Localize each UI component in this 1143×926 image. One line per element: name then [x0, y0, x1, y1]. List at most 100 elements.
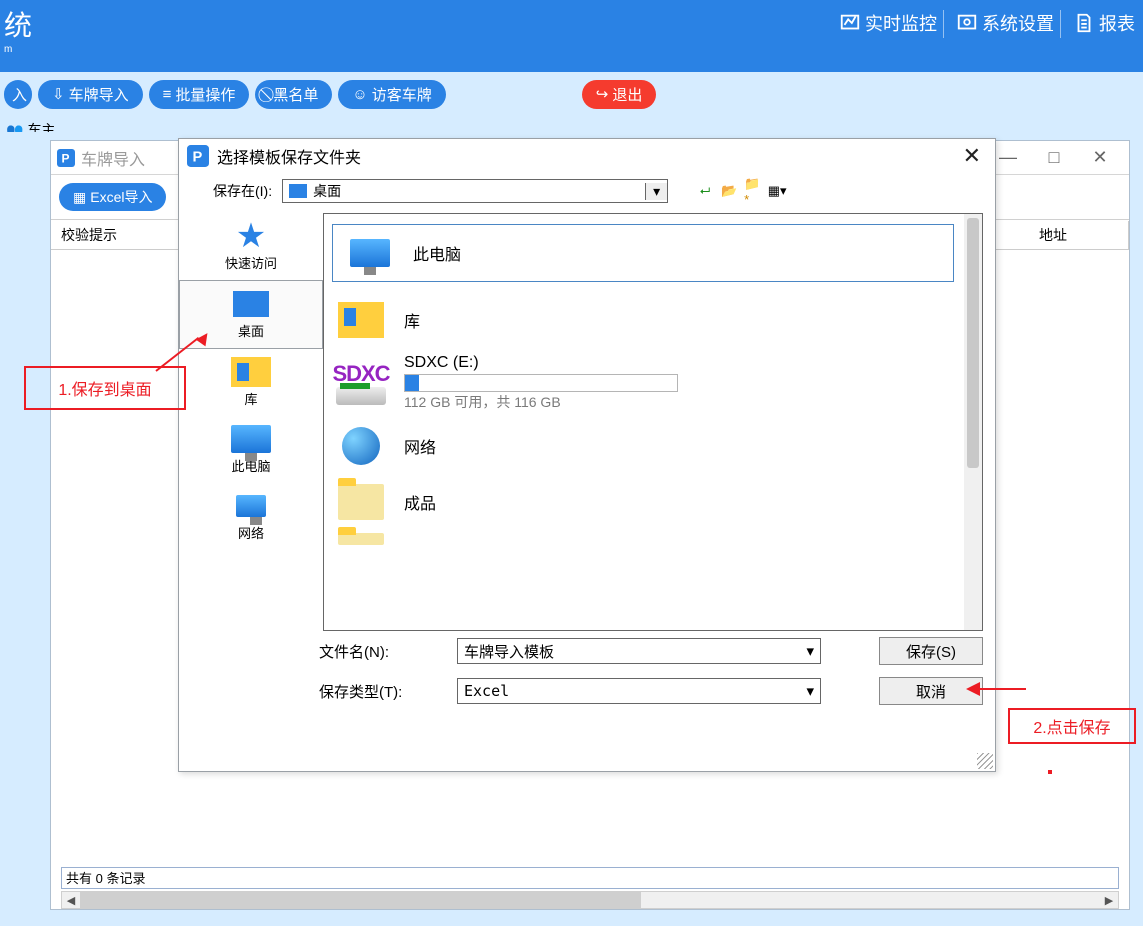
horizontal-scrollbar[interactable]: ◀ ▶: [61, 891, 1119, 909]
up-folder-icon[interactable]: 📂: [720, 183, 738, 199]
chart-icon: [839, 12, 861, 34]
item-truncated[interactable]: [324, 530, 982, 548]
item-sdxc-drive[interactable]: SDXC SDXC (E:) 112 GB 可用，共 116 GB: [324, 348, 982, 418]
nav-icon-group: ⮠ 📂 📁* ▦▾: [696, 183, 786, 199]
storage-subtext: 112 GB 可用，共 116 GB: [404, 392, 678, 412]
window-controls: — □ ✕: [985, 142, 1123, 174]
toolbar-pills: 入 ⇩ 车牌导入 ≡ 批量操作 ⃠ 黑名单 ☺ 访客车牌 ↪ 退出: [0, 72, 1143, 116]
title-text: 统: [4, 10, 32, 41]
scroll-right-arrow[interactable]: ▶: [1100, 894, 1118, 907]
item-libraries[interactable]: 库: [324, 292, 982, 348]
desktop-icon: [289, 184, 307, 198]
divider: [943, 10, 944, 38]
button-label: 保存(S): [906, 641, 956, 662]
place-quick-access[interactable]: ★ 快速访问: [179, 213, 323, 280]
person-icon: ☺: [352, 86, 367, 103]
item-this-pc[interactable]: 此电脑: [332, 224, 954, 282]
filetype-label: 保存类型(T):: [319, 681, 437, 702]
scroll-left-arrow[interactable]: ◀: [62, 894, 80, 907]
chevron-down-icon[interactable]: ▾: [806, 642, 814, 660]
close-button[interactable]: ✕: [1077, 142, 1123, 174]
place-label: 快速访问: [225, 253, 277, 272]
pill-label: 黑名单: [273, 84, 318, 105]
pill-unknown-first[interactable]: 入: [4, 80, 32, 109]
annotation-save-to-desktop: 1.保存到桌面: [24, 366, 186, 410]
menu-system-settings[interactable]: 系统设置: [956, 10, 1054, 36]
item-product-folder[interactable]: 成品: [324, 474, 982, 530]
col-check[interactable]: 校验提示: [51, 221, 181, 249]
library-folder-icon: [332, 298, 390, 342]
button-label: Excel导入: [90, 187, 152, 207]
save-in-value: 桌面: [313, 181, 645, 201]
dialog-title: 选择模板保存文件夹: [217, 144, 361, 168]
monitor-icon: [341, 231, 399, 275]
place-label: 桌面: [238, 321, 264, 340]
save-button[interactable]: 保存(S): [879, 637, 983, 665]
app-title-fragment: 统 m: [4, 4, 32, 55]
menu-realtime-monitor[interactable]: 实时监控: [839, 10, 937, 36]
pill-visitor[interactable]: ☺ 访客车牌: [338, 80, 445, 109]
item-label: 网络: [404, 434, 436, 458]
place-label: 库: [244, 389, 257, 408]
menu-label: 实时监控: [865, 10, 937, 36]
pill-plate-import[interactable]: ⇩ 车牌导入: [38, 80, 143, 109]
chevron-down-icon[interactable]: ▾: [806, 682, 814, 700]
save-in-label: 保存在(I):: [213, 181, 272, 201]
save-template-dialog: P 选择模板保存文件夹 ✕ 保存在(I): 桌面 ▾ ⮠ 📂 📁* ▦▾ ★: [178, 138, 996, 772]
menu-label: 报表: [1099, 10, 1135, 36]
new-folder-icon[interactable]: 📁*: [744, 183, 762, 199]
place-this-pc[interactable]: 此电脑: [179, 416, 323, 483]
library-folder-icon: [229, 355, 273, 389]
item-label: 此电脑: [413, 241, 461, 265]
annotation-dot: [1048, 770, 1052, 774]
star-icon: ★: [229, 219, 273, 253]
place-libraries[interactable]: 库: [179, 349, 323, 416]
place-label: 网络: [238, 523, 264, 542]
filetype-select[interactable]: Excel ▾: [457, 678, 821, 704]
pill-exit[interactable]: ↪ 退出: [582, 80, 657, 109]
save-in-row: 保存在(I): 桌面 ▾ ⮠ 📂 📁* ▦▾: [179, 173, 995, 213]
view-menu-icon[interactable]: ▦▾: [768, 183, 786, 199]
item-label: 库: [404, 308, 420, 332]
item-network[interactable]: 网络: [324, 418, 982, 474]
pill-label: 批量操作: [175, 84, 235, 105]
workspace: P 车牌导入 — □ ✕ ▦ Excel导入 校验提示 地址 共有 0 条记录 …: [0, 132, 1143, 926]
sdxc-drive-icon: SDXC: [332, 361, 390, 405]
pill-batch[interactable]: ≡ 批量操作: [149, 80, 250, 109]
menu-label: 系统设置: [982, 10, 1054, 36]
pill-label: 退出: [612, 84, 642, 105]
app-header: 统 m 实时监控 系统设置 报表: [0, 0, 1143, 72]
scroll-thumb[interactable]: [80, 892, 641, 908]
filename-label: 文件名(N):: [319, 641, 437, 662]
window-title: 车牌导入: [81, 146, 145, 170]
maximize-button[interactable]: □: [1031, 142, 1077, 174]
svg-text:P: P: [193, 150, 203, 166]
monitor-icon: [229, 422, 273, 456]
file-listing[interactable]: 此电脑 库 SDXC SDXC (E:) 112 GB 可用，共 116 GB: [323, 213, 983, 631]
divider: [1060, 10, 1061, 38]
exit-icon: ↪: [596, 85, 609, 103]
pill-blacklist[interactable]: ⃠ 黑名单: [255, 80, 332, 109]
folder-icon: [332, 531, 390, 547]
resize-grip[interactable]: [977, 753, 993, 769]
list-icon: ≡: [163, 86, 172, 103]
network-icon: [229, 489, 273, 523]
vertical-scrollbar[interactable]: [964, 214, 982, 630]
col-address[interactable]: 地址: [1029, 221, 1129, 249]
menu-report[interactable]: 报表: [1073, 10, 1135, 36]
filename-input[interactable]: 车牌导入模板 ▾: [457, 638, 821, 664]
chevron-down-icon[interactable]: ▾: [645, 183, 667, 200]
excel-import-button[interactable]: ▦ Excel导入: [59, 183, 166, 211]
annotation-text: 2.点击保存: [1033, 714, 1110, 738]
storage-bar: [404, 374, 678, 392]
place-network[interactable]: 网络: [179, 483, 323, 550]
dialog-titlebar: P 选择模板保存文件夹 ✕: [179, 139, 995, 173]
globe-icon: [332, 424, 390, 468]
back-icon[interactable]: ⮠: [696, 183, 714, 199]
parking-logo-icon: P: [187, 145, 209, 167]
filename-value: 车牌导入模板: [464, 641, 554, 662]
save-in-combo[interactable]: 桌面 ▾: [282, 179, 668, 203]
subtitle-text: m: [4, 44, 32, 55]
svg-text:P: P: [62, 151, 70, 165]
dialog-close-button[interactable]: ✕: [957, 143, 987, 169]
